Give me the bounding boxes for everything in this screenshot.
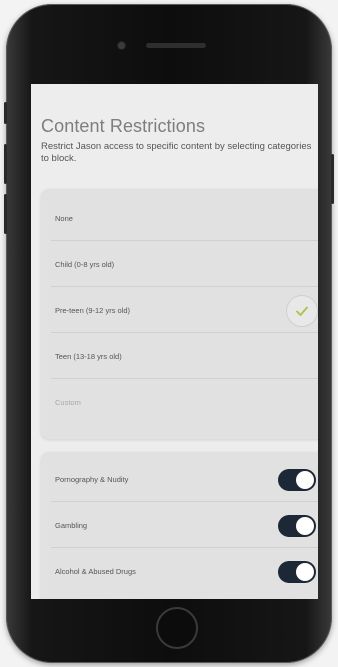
age-option-none[interactable]: None [41, 195, 318, 241]
page-subtitle: Restrict Jason access to specific conten… [41, 141, 312, 164]
check-icon [286, 295, 318, 327]
power-button [331, 154, 334, 204]
age-option-label: Pre-teen (9-12 yrs old) [55, 305, 131, 315]
age-restriction-card: None Child (0-8 yrs old) Pre-teen (9-12 … [41, 189, 318, 439]
phone-frame: Content Restrictions Restrict Jason acce… [4, 4, 334, 663]
category-row-pornography: Pornography & Nudity [41, 456, 318, 502]
category-row-gambling: Gambling [41, 502, 318, 548]
category-label: Pornography & Nudity [55, 474, 129, 484]
volume-down-button [4, 194, 7, 234]
age-option-label: None [55, 213, 73, 223]
age-option-label: Child (0-8 yrs old) [55, 259, 115, 269]
category-label: Gambling [55, 520, 88, 530]
category-row-alcohol-drugs: Alcohol & Abused Drugs [41, 548, 318, 594]
earpiece-speaker [146, 43, 206, 48]
mute-switch [4, 102, 7, 124]
page-title: Content Restrictions [41, 116, 206, 136]
toggle-switch[interactable] [278, 561, 316, 583]
phone-top-bezel [6, 4, 332, 84]
toggle-knob [296, 471, 314, 489]
toggle-switch[interactable] [278, 515, 316, 537]
category-block-card: Pornography & Nudity Gambling Alcohol & … [41, 452, 318, 599]
toggle-knob [296, 517, 314, 535]
toggle-switch[interactable] [278, 469, 316, 491]
category-label: Alcohol & Abused Drugs [55, 566, 136, 576]
toggle-knob [296, 563, 314, 581]
age-option-label: Teen (13-18 yrs old) [55, 351, 122, 361]
app-screen: Content Restrictions Restrict Jason acce… [31, 84, 318, 599]
age-option-teen[interactable]: Teen (13-18 yrs old) [41, 333, 318, 379]
age-option-custom[interactable]: Custom [41, 379, 318, 425]
volume-up-button [4, 144, 7, 184]
front-camera [118, 42, 125, 49]
age-option-preteen[interactable]: Pre-teen (9-12 yrs old) [41, 287, 318, 333]
age-option-label: Custom [55, 397, 81, 407]
home-button[interactable] [156, 607, 198, 649]
age-option-child[interactable]: Child (0-8 yrs old) [41, 241, 318, 287]
